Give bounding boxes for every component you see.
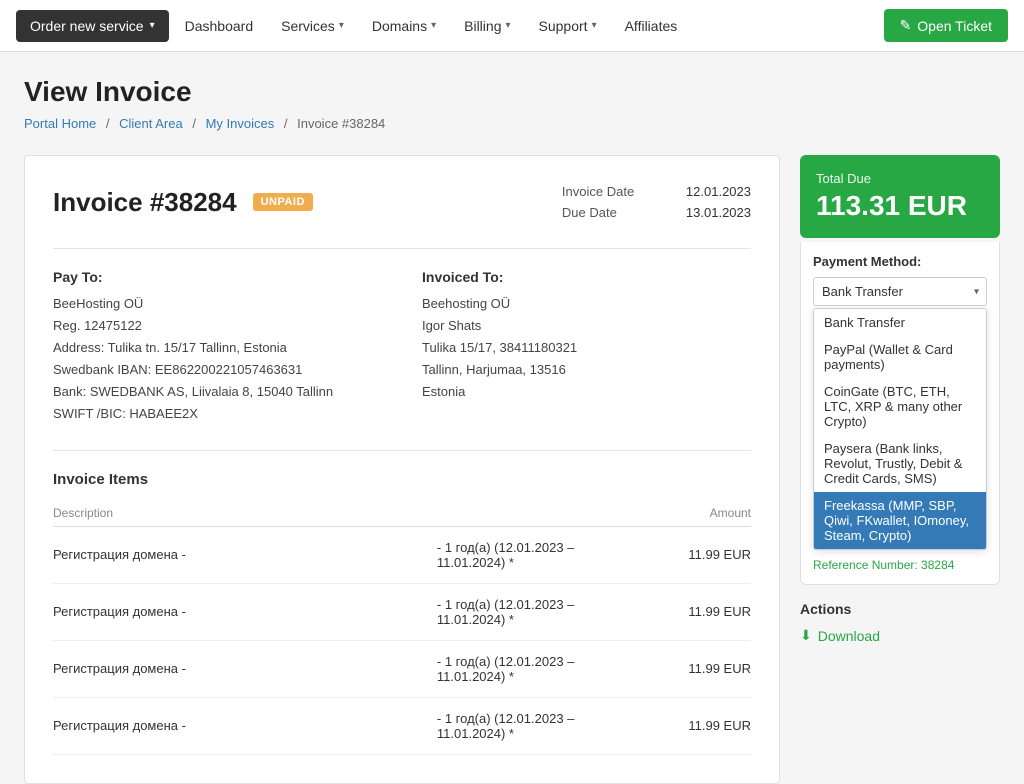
payment-dropdown[interactable]: Bank TransferPayPal (Wallet & Card payme… (813, 308, 987, 550)
invoice-items-table: Description Amount Регистрация домена - … (53, 500, 751, 755)
pay-to-lines: BeeHosting OÜReg. 12475122Address: Tulik… (53, 293, 382, 426)
dropdown-item[interactable]: PayPal (Wallet & Card payments) (814, 336, 986, 378)
table-row: Регистрация домена - - 1 год(а) (12.01.2… (53, 640, 751, 697)
total-card: Total Due 113.31 EUR (800, 155, 1000, 238)
invoice-date-label: Invoice Date (562, 184, 662, 199)
total-label: Total Due (816, 171, 984, 186)
content-layout: Invoice #38284 UNPAID Invoice Date 12.01… (24, 155, 1000, 784)
invoiced-to-block: Invoiced To: Beehosting OÜIgor ShatsTuli… (422, 269, 751, 426)
breadcrumb-current: Invoice #38284 (297, 116, 385, 131)
address-section: Pay To: BeeHosting OÜReg. 12475122Addres… (53, 269, 751, 426)
download-button[interactable]: ⬇ Download (800, 627, 880, 644)
table-row: Регистрация домена - - 1 год(а) (12.01.2… (53, 526, 751, 583)
domains-caret-icon: ▾ (431, 20, 436, 31)
dropdown-item[interactable]: Freekassa (MMP, SBP, Qiwi, FKwallet, IОm… (814, 492, 986, 549)
invoiced-to-title: Invoiced To: (422, 269, 751, 285)
invoice-items-title: Invoice Items (53, 471, 751, 488)
breadcrumb-home[interactable]: Portal Home (24, 116, 96, 131)
order-caret-icon: ▾ (150, 20, 155, 31)
table-row: Регистрация домена - - 1 год(а) (12.01.2… (53, 583, 751, 640)
dropdown-item[interactable]: Bank Transfer (814, 309, 986, 336)
item-amount: 11.99 EUR (646, 640, 751, 697)
order-new-service-button[interactable]: Order new service ▾ (16, 10, 169, 42)
item-description: Регистрация домена - (53, 640, 437, 697)
download-icon: ⬇ (800, 627, 812, 644)
col-description: Description (53, 500, 437, 527)
item-description: Регистрация домена - (53, 583, 437, 640)
payment-card: Payment Method: Bank TransferPayPal (Wal… (800, 242, 1000, 585)
actions-section: Actions ⬇ Download (800, 601, 1000, 644)
billing-caret-icon: ▾ (505, 20, 510, 31)
status-badge: UNPAID (253, 193, 313, 211)
breadcrumb-client-area[interactable]: Client Area (119, 116, 183, 131)
col-amount: Amount (646, 500, 751, 527)
page-title: View Invoice (24, 76, 1000, 108)
invoice-card: Invoice #38284 UNPAID Invoice Date 12.01… (24, 155, 780, 784)
item-period: - 1 год(а) (12.01.2023 – 11.01.2024) * (437, 640, 646, 697)
total-amount: 113.31 EUR (816, 190, 984, 222)
actions-title: Actions (800, 601, 1000, 617)
nav-billing[interactable]: Billing ▾ (452, 0, 522, 52)
pay-to-title: Pay To: (53, 269, 382, 285)
item-description: Регистрация домена - (53, 526, 437, 583)
invoice-number: Invoice #38284 (53, 187, 237, 218)
reference-number: Reference Number: 38284 (813, 558, 987, 572)
dropdown-item[interactable]: CoinGate (BTC, ETH, LTC, XRP & many othe… (814, 378, 986, 435)
item-description: Регистрация домена - (53, 697, 437, 754)
support-caret-icon: ▾ (592, 20, 597, 31)
due-date-value: 13.01.2023 (686, 205, 751, 220)
item-period: - 1 год(а) (12.01.2023 – 11.01.2024) * (437, 583, 646, 640)
item-amount: 11.99 EUR (646, 583, 751, 640)
item-period: - 1 год(а) (12.01.2023 – 11.01.2024) * (437, 526, 646, 583)
nav-affiliates[interactable]: Affiliates (613, 0, 690, 52)
breadcrumb-my-invoices[interactable]: My Invoices (206, 116, 275, 131)
due-date-label: Due Date (562, 205, 662, 220)
nav-dashboard[interactable]: Dashboard (173, 0, 266, 52)
ticket-icon: ✎ (900, 17, 912, 34)
nav-services[interactable]: Services ▾ (269, 0, 356, 52)
breadcrumb: Portal Home / Client Area / My Invoices … (24, 116, 1000, 131)
order-label: Order new service (30, 18, 144, 34)
payment-method-select[interactable]: Bank TransferPayPal (Wallet & Card payme… (813, 277, 987, 306)
item-amount: 11.99 EUR (646, 526, 751, 583)
invoice-header: Invoice #38284 UNPAID Invoice Date 12.01… (53, 184, 751, 220)
nav-domains[interactable]: Domains ▾ (360, 0, 448, 52)
item-amount: 11.99 EUR (646, 697, 751, 754)
navbar: Order new service ▾ Dashboard Services ▾… (0, 0, 1024, 52)
payment-method-label: Payment Method: (813, 254, 987, 269)
invoice-date-value: 12.01.2023 (686, 184, 751, 199)
nav-support[interactable]: Support ▾ (527, 0, 609, 52)
invoice-dates: Invoice Date 12.01.2023 Due Date 13.01.2… (562, 184, 751, 220)
open-ticket-button[interactable]: ✎ Open Ticket (884, 9, 1008, 42)
payment-select-wrapper: Bank TransferPayPal (Wallet & Card payme… (813, 277, 987, 306)
item-period: - 1 год(а) (12.01.2023 – 11.01.2024) * (437, 697, 646, 754)
services-caret-icon: ▾ (339, 20, 344, 31)
dropdown-item[interactable]: Paysera (Bank links, Revolut, Trustly, D… (814, 435, 986, 492)
sidebar: Total Due 113.31 EUR Payment Method: Ban… (800, 155, 1000, 644)
table-row: Регистрация домена - - 1 год(а) (12.01.2… (53, 697, 751, 754)
invoiced-to-lines: Beehosting OÜIgor ShatsTulika 15/17, 384… (422, 293, 751, 403)
pay-to-block: Pay To: BeeHosting OÜReg. 12475122Addres… (53, 269, 382, 426)
